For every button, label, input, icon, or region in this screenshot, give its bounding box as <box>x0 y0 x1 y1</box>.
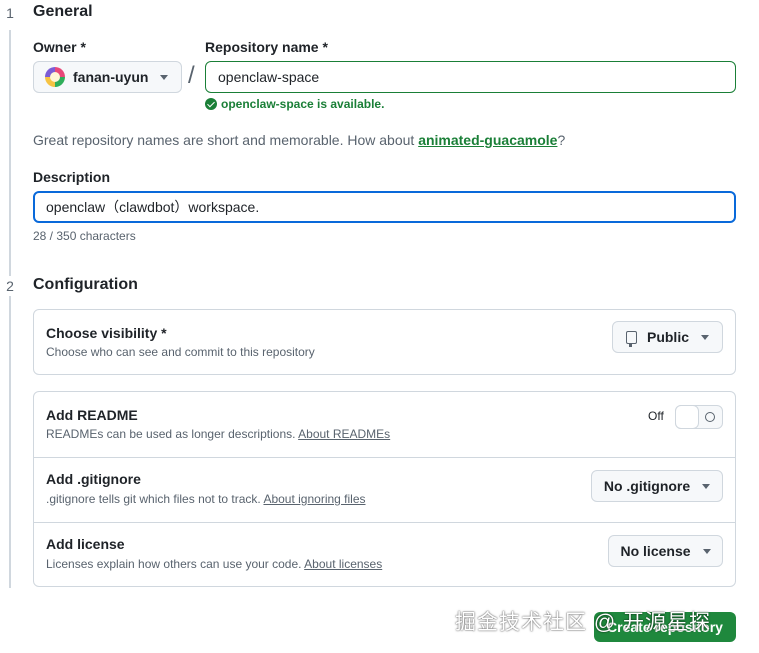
owner-repo-separator: / <box>188 62 195 89</box>
readme-toggle[interactable] <box>675 405 723 429</box>
gitignore-description: .gitignore tells git which files not to … <box>46 492 366 506</box>
visibility-title: Choose visibility * <box>46 325 167 341</box>
readme-row: Add README READMEs can be used as longer… <box>34 392 735 457</box>
chevron-down-icon <box>702 548 711 554</box>
owner-label: Owner * <box>33 39 86 55</box>
gitignore-row: Add .gitignore .gitignore tells git whic… <box>34 457 735 522</box>
watermark: 掘金技术社区 @ 开源星探 <box>455 611 711 634</box>
license-desc-text: Licenses explain how others can use your… <box>46 557 305 571</box>
availability-text: openclaw-space is available. <box>221 97 385 111</box>
availability-status: openclaw-space is available. <box>205 97 384 111</box>
step-number-general: 1 <box>0 3 20 23</box>
toggle-off-icon <box>705 412 715 422</box>
avatar <box>45 67 65 87</box>
section-title-general: General <box>33 3 93 20</box>
repo-icon <box>625 330 637 347</box>
name-hint-suffix: ? <box>557 132 566 148</box>
step-number-configuration: 2 <box>0 276 20 296</box>
toggle-knob <box>675 405 699 429</box>
gitignore-desc-text: .gitignore tells git which files not to … <box>46 492 264 506</box>
readme-desc-text: READMEs can be used as longer descriptio… <box>46 427 299 441</box>
license-select-button[interactable]: No license <box>608 535 723 567</box>
name-hint-text: Great repository names are short and mem… <box>33 132 419 148</box>
gitignore-title: Add .gitignore <box>46 471 141 487</box>
chevron-down-icon <box>701 334 709 340</box>
readme-description: READMEs can be used as longer descriptio… <box>46 427 390 441</box>
about-ignoring-files-link[interactable]: About ignoring files <box>263 492 365 506</box>
chevron-down-icon <box>702 483 711 489</box>
section-title-configuration: Configuration <box>33 276 138 293</box>
visibility-select-button[interactable]: Public <box>612 321 723 353</box>
name-hint: Great repository names are short and mem… <box>33 132 565 148</box>
license-row: Add license Licenses explain how others … <box>34 522 735 587</box>
repo-options-card: Add README READMEs can be used as longer… <box>33 391 736 587</box>
license-description: Licenses explain how others can use your… <box>46 557 382 571</box>
owner-select-button[interactable]: fanan-uyun <box>33 61 182 93</box>
visibility-value: Public <box>646 329 689 345</box>
character-count: 28 / 350 characters <box>33 229 136 243</box>
steps-timeline <box>9 30 11 588</box>
check-circle-icon <box>205 98 217 110</box>
visibility-description: Choose who can see and commit to this re… <box>46 345 315 359</box>
license-title: Add license <box>46 536 125 552</box>
about-readmes-link[interactable]: About READMEs <box>298 427 390 441</box>
owner-name: fanan-uyun <box>73 69 149 85</box>
readme-title: Add README <box>46 407 138 423</box>
name-suggestion-link[interactable]: animated-guacamole <box>418 132 557 148</box>
license-value: No license <box>620 543 691 559</box>
readme-toggle-label: Off <box>648 409 664 423</box>
description-input[interactable] <box>33 191 736 223</box>
chevron-down-icon <box>160 74 169 80</box>
about-licenses-link[interactable]: About licenses <box>304 557 382 571</box>
description-label: Description <box>33 169 111 185</box>
gitignore-value: No .gitignore <box>603 478 691 494</box>
visibility-card: Choose visibility * Choose who can see a… <box>33 309 736 375</box>
repo-name-label: Repository name * <box>205 39 328 55</box>
gitignore-select-button[interactable]: No .gitignore <box>591 470 723 502</box>
repo-name-input[interactable] <box>205 61 736 93</box>
